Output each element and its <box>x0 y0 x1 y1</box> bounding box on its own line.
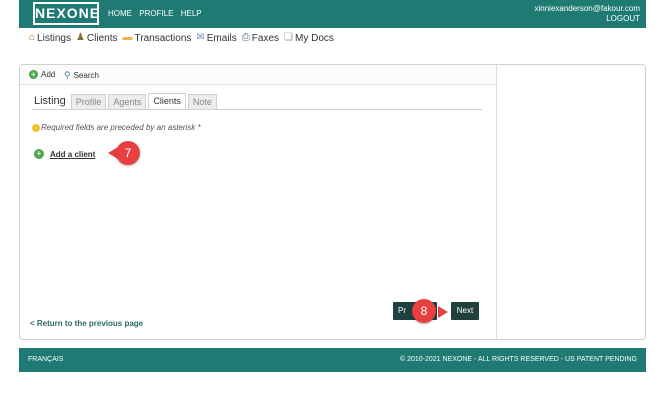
add-button[interactable]: + Add <box>29 70 55 79</box>
callout-7: 7 <box>116 141 140 165</box>
previous-label-start: Pr <box>398 306 406 315</box>
subnav-my-docs[interactable]: ❏ My Docs <box>284 33 334 44</box>
logout-link[interactable]: LOGOUT <box>534 14 640 24</box>
subnav-label: Transactions <box>134 32 192 44</box>
subnav-clients[interactable]: ♟ Clients <box>76 33 118 44</box>
subnav-emails[interactable]: ✉ Emails <box>196 33 236 44</box>
documents-icon: ❏ <box>284 32 293 43</box>
subnav-faxes[interactable]: ⎙ Faxes <box>242 33 279 44</box>
subnav-label: Emails <box>206 32 237 44</box>
lightbulb-icon <box>32 123 40 132</box>
search-button[interactable]: ⚲ Search <box>64 70 99 81</box>
add-client-link[interactable]: + Add a client <box>34 149 95 159</box>
tab-underline <box>32 109 482 110</box>
plus-icon: + <box>29 70 38 79</box>
search-icon: ⚲ <box>64 70 71 80</box>
panel-toolbar: + Add ⚲ Search <box>20 65 496 85</box>
search-label: Search <box>73 71 99 80</box>
tab-clients[interactable]: Clients <box>148 93 186 109</box>
subnav-label: Listings <box>37 32 71 44</box>
user-email: xinniexanderson@fakour.com <box>534 4 640 13</box>
next-button[interactable]: Next <box>451 302 479 320</box>
printer-icon: ⎙ <box>241 32 250 43</box>
footer: FRANÇAIS © 2010-2021 NEXONE - ALL RIGHTS… <box>19 348 646 372</box>
subnav-label: Clients <box>86 32 118 44</box>
nav-profile[interactable]: PROFILE <box>139 9 173 18</box>
subnav-label: My Docs <box>294 32 334 44</box>
module-nav: ⌂ Listings ♟ Clients ▬ Transactions ✉ Em… <box>29 31 339 45</box>
language-link[interactable]: FRANÇAIS <box>28 356 63 363</box>
tab-bar: Listing Profile Agents Clients Note <box>32 93 219 109</box>
top-nav: HOME PROFILE HELP <box>108 9 207 18</box>
callout-8: 8 <box>412 299 436 323</box>
tab-profile[interactable]: Profile <box>70 94 107 109</box>
top-header: NEXONE HOME PROFILE HELP xinniexanderson… <box>19 0 646 28</box>
add-label: Add <box>41 70 56 79</box>
people-icon: ♟ <box>75 32 85 43</box>
user-box: xinniexanderson@fakour.com LOGOUT <box>534 4 640 24</box>
add-client-label: Add a client <box>50 149 96 159</box>
subnav-label: Faxes <box>251 32 280 44</box>
copyright-text: © 2010-2021 NEXONE - ALL RIGHTS RESERVED… <box>399 356 637 363</box>
subnav-transactions[interactable]: ▬ Transactions <box>123 33 192 44</box>
callout-8-pointer <box>438 306 448 318</box>
tab-agents[interactable]: Agents <box>108 94 147 109</box>
tab-listing-title[interactable]: Listing <box>32 94 69 109</box>
side-divider <box>496 65 497 339</box>
folder-icon: ▬ <box>122 32 133 43</box>
envelope-icon: ✉ <box>196 32 205 43</box>
main-panel: + Add ⚲ Search Listing Profile Agents Cl… <box>19 64 646 340</box>
return-link[interactable]: < Return to the previous page <box>30 319 143 328</box>
house-icon: ⌂ <box>29 32 36 43</box>
required-fields-note: Required fields are preceded by an aster… <box>32 123 201 132</box>
required-note-text: Required fields are preceded by an aster… <box>41 123 201 132</box>
nav-home[interactable]: HOME <box>108 9 132 18</box>
nexone-logo[interactable]: NEXONE <box>33 2 99 25</box>
plus-icon: + <box>34 149 44 159</box>
subnav-listings[interactable]: ⌂ Listings <box>29 33 71 44</box>
tab-note[interactable]: Note <box>187 94 217 109</box>
nav-help[interactable]: HELP <box>181 9 202 18</box>
